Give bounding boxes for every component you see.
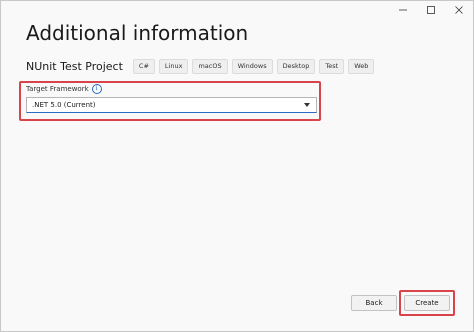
tag-macos: macOS [192, 59, 228, 74]
tag-test: Test [319, 59, 345, 74]
tag-web: Web [348, 59, 375, 74]
project-tags: C# Linux macOS Windows Desktop Test Web [132, 59, 375, 74]
tag-windows: Windows [231, 59, 273, 74]
info-icon[interactable]: i [91, 84, 102, 94]
page-title: Additional information [26, 21, 249, 45]
maximize-icon [427, 6, 435, 14]
maximize-button[interactable] [417, 1, 445, 19]
target-framework-select[interactable]: .NET 5.0 (Current) [26, 97, 317, 113]
target-framework-label-text: Target Framework [26, 85, 89, 93]
project-row: NUnit Test Project C# Linux macOS Window… [26, 59, 375, 74]
minimize-icon [399, 9, 407, 11]
dialog-window: Additional information NUnit Test Projec… [0, 0, 474, 332]
caption-buttons [389, 1, 473, 19]
chevron-down-icon [303, 101, 311, 109]
project-name: NUnit Test Project [26, 60, 123, 73]
tag-desktop: Desktop [276, 59, 316, 74]
back-button[interactable]: Back [351, 295, 397, 311]
minimize-button[interactable] [389, 1, 417, 19]
close-button[interactable] [445, 1, 473, 19]
create-button[interactable]: Create [404, 295, 450, 311]
tag-csharp: C# [132, 59, 155, 74]
close-icon [455, 6, 463, 14]
target-framework-label: Target Framework i [26, 84, 102, 94]
tag-linux: Linux [158, 59, 189, 74]
target-framework-value: .NET 5.0 (Current) [32, 101, 96, 109]
